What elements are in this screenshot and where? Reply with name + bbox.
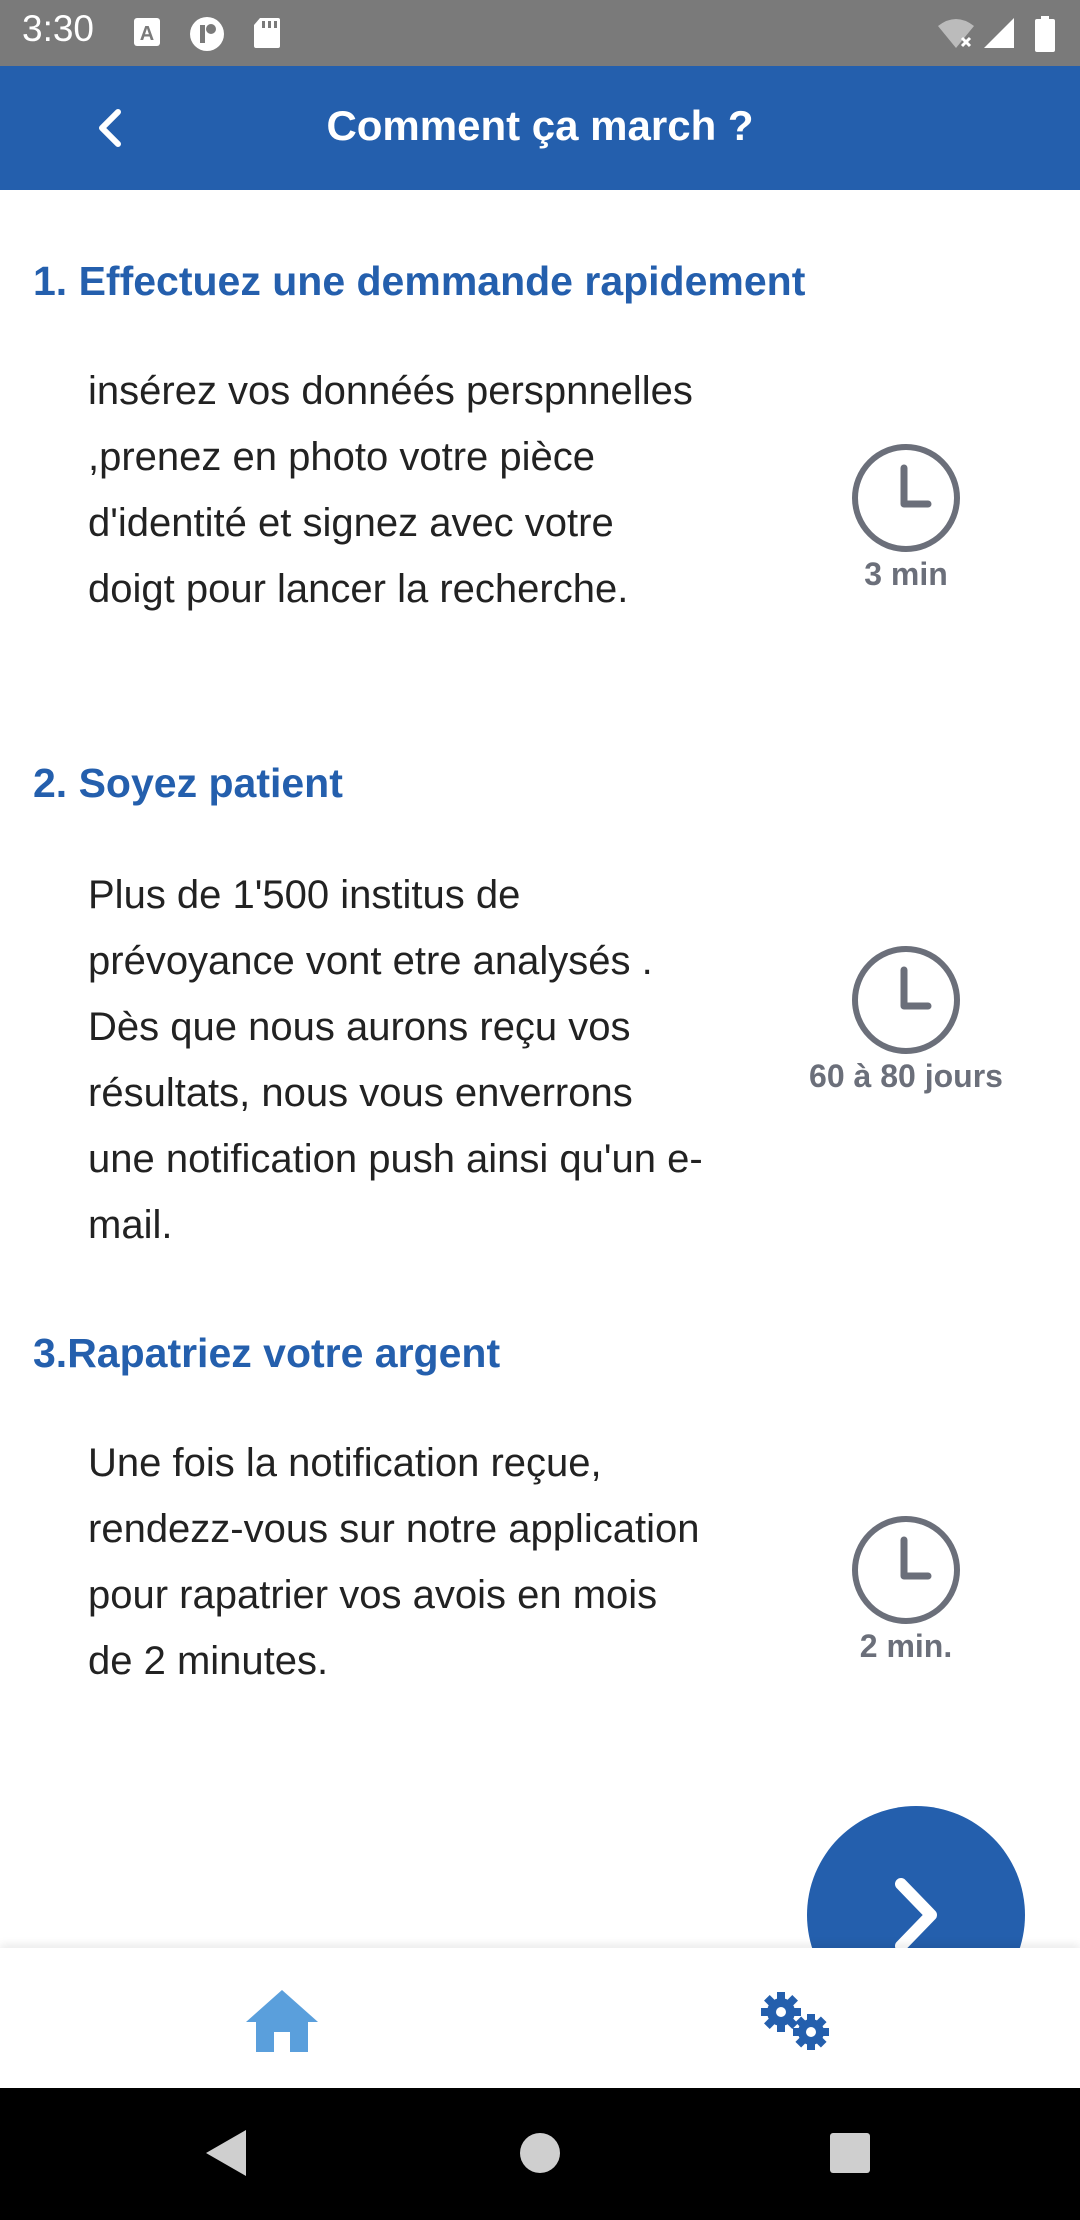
clock-icon <box>852 444 960 552</box>
clock-icon <box>852 946 960 1054</box>
section-heading-1: 1. Effectuez une demmande rapidement <box>33 258 806 304</box>
settings-gears-icon <box>761 1992 829 2050</box>
app-bar: Comment ça march ? <box>0 66 1080 190</box>
notification-app-icon <box>188 16 226 57</box>
system-back-button[interactable] <box>204 2128 248 2183</box>
section-body-1: insérez vos donnéés perspnnelles ,prenez… <box>88 369 693 611</box>
duration-block-1: 3 min <box>756 442 1056 593</box>
duration-block-3: 2 min. <box>756 1514 1056 1665</box>
page-title: Comment ça march ? <box>326 102 754 149</box>
section-heading-2: 2. Soyez patient <box>33 760 343 806</box>
section-heading-3: 3.Rapatriez votre argent <box>33 1330 501 1376</box>
bottom-nav <box>0 1948 1080 2088</box>
section-body-2: Plus de 1'500 institus de prévoyance von… <box>88 873 703 1247</box>
system-recents-button[interactable] <box>828 2128 872 2183</box>
duration-label: 2 min. <box>859 1628 953 1664</box>
chevron-right-icon <box>895 1878 937 1952</box>
circle-home-icon <box>520 2133 560 2173</box>
wifi-icon <box>936 16 976 55</box>
keyboard-a-icon: A <box>132 16 162 53</box>
status-bar: 3:30 A <box>0 0 1080 66</box>
nav-home-button[interactable] <box>222 1976 342 2066</box>
sd-card-icon <box>252 16 282 55</box>
clock-icon <box>852 1516 960 1624</box>
nav-settings-button[interactable] <box>736 1976 856 2066</box>
battery-icon <box>1034 16 1056 57</box>
signal-icon <box>982 16 1016 55</box>
triangle-back-icon <box>206 2130 246 2176</box>
system-nav-bar <box>0 2088 1080 2220</box>
home-icon <box>246 1990 318 2052</box>
svg-text:A: A <box>140 23 154 45</box>
duration-block-2: 60 à 80 jours <box>756 944 1056 1095</box>
square-recents-icon <box>830 2133 870 2173</box>
section-body-3: Une fois la notification reçue, rendezz-… <box>88 1441 700 1683</box>
duration-label: 3 min <box>864 556 948 592</box>
duration-label: 60 à 80 jours <box>809 1058 1003 1094</box>
system-home-button[interactable] <box>518 2128 562 2183</box>
status-time: 3:30 <box>22 8 95 49</box>
